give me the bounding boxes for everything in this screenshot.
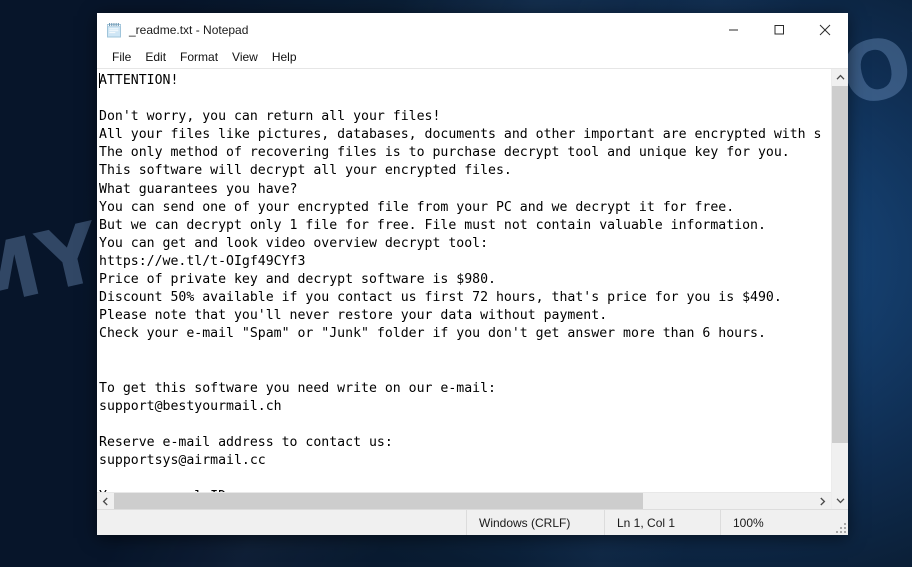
status-line-column: Ln 1, Col 1 (604, 510, 720, 535)
window-controls (710, 13, 848, 46)
vertical-scroll-thumb[interactable] (832, 86, 848, 444)
chevron-right-icon[interactable] (814, 493, 831, 509)
horizontal-scroll-thumb[interactable] (114, 493, 643, 509)
maximize-button[interactable] (756, 13, 802, 46)
vertical-scroll-track[interactable] (832, 86, 848, 492)
menu-bar: File Edit Format View Help (97, 46, 848, 68)
chevron-left-icon[interactable] (97, 493, 114, 509)
menu-item-view[interactable]: View (225, 48, 265, 66)
status-zoom-wrap: 100% (720, 510, 848, 535)
document-text: ATTENTION! Don't worry, you can return a… (99, 73, 822, 492)
status-bar: Windows (CRLF) Ln 1, Col 1 100% (97, 509, 848, 535)
status-bar-spacer (97, 510, 466, 535)
editor-area: ATTENTION! Don't worry, you can return a… (97, 68, 848, 509)
horizontal-scrollbar[interactable] (97, 492, 831, 509)
menu-item-file[interactable]: File (105, 48, 138, 66)
text-editor[interactable]: ATTENTION! Don't worry, you can return a… (97, 69, 831, 492)
horizontal-scroll-track[interactable] (114, 493, 814, 509)
window-title: _readme.txt - Notepad (129, 22, 249, 37)
title-bar[interactable]: _readme.txt - Notepad (97, 13, 848, 46)
status-encoding: Windows (CRLF) (466, 510, 604, 535)
vertical-scrollbar[interactable] (831, 69, 848, 509)
notepad-window: _readme.txt - Notepad File Edit Format V… (97, 13, 848, 535)
menu-item-help[interactable]: Help (265, 48, 304, 66)
title-bar-left: _readme.txt - Notepad (97, 22, 710, 38)
menu-item-edit[interactable]: Edit (138, 48, 173, 66)
resize-grip-icon[interactable] (835, 522, 846, 533)
chevron-down-icon[interactable] (832, 492, 848, 509)
chevron-up-icon[interactable] (832, 69, 848, 86)
menu-item-format[interactable]: Format (173, 48, 225, 66)
text-caret (99, 73, 100, 88)
editor-column: ATTENTION! Don't worry, you can return a… (97, 69, 831, 509)
notepad-icon (106, 22, 122, 38)
close-button[interactable] (802, 13, 848, 46)
minimize-button[interactable] (710, 13, 756, 46)
status-zoom-level: 100% (733, 515, 764, 530)
